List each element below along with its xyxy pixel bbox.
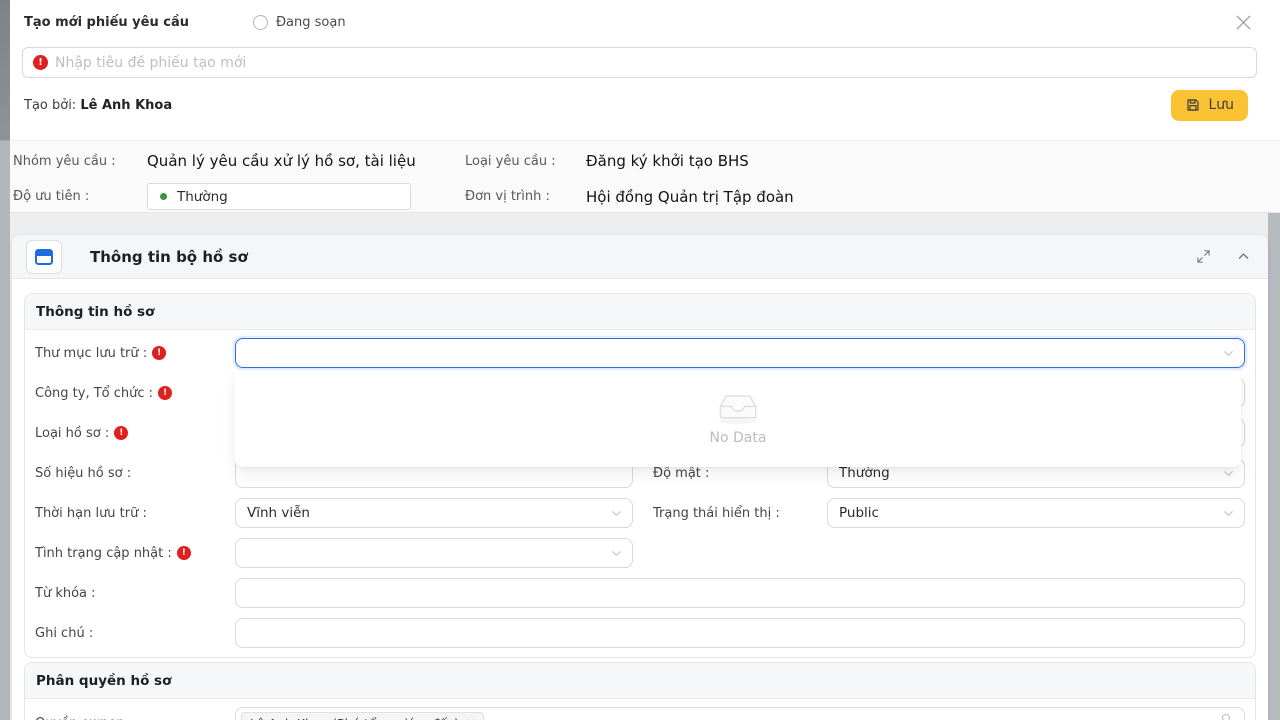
owner-tag-label: Lê Anh Khoa (Phó tổng giám đốc) bbox=[250, 716, 459, 720]
form-row-keywords: Từ khóa : bbox=[35, 578, 1245, 608]
ticket-title-input[interactable] bbox=[55, 55, 1246, 71]
chevron-down-icon bbox=[611, 508, 622, 519]
form-row-notes: Ghi chú : bbox=[35, 618, 1245, 648]
panel-title: Thông tin bộ hồ sơ bbox=[90, 248, 248, 266]
submit-unit-value: Hội đồng Quản trị Tập đoàn bbox=[586, 188, 1270, 206]
company-label: Công ty, Tổ chức : bbox=[35, 386, 153, 401]
priority-status-dot-icon bbox=[160, 193, 167, 200]
storage-folder-label: Thư mục lưu trữ : bbox=[35, 346, 147, 361]
chevron-down-icon bbox=[1223, 468, 1234, 479]
required-exclamation-icon: ! bbox=[152, 346, 166, 360]
notes-input[interactable] bbox=[235, 618, 1245, 648]
dossier-info-panel: Thông tin bộ hồ sơ Thông tin hồ sơ bbox=[12, 235, 1268, 720]
request-group-label: Nhóm yêu cầu : bbox=[13, 154, 147, 169]
owner-tag: Lê Anh Khoa (Phó tổng giám đốc) × bbox=[241, 712, 484, 720]
panel-header: Thông tin bộ hồ sơ bbox=[12, 235, 1268, 279]
ticket-title-field[interactable]: ! bbox=[22, 47, 1257, 78]
required-exclamation-icon: ! bbox=[158, 386, 172, 400]
record-info-card-title: Thông tin hồ sơ bbox=[25, 294, 1255, 330]
drawer-title: Tạo mới phiếu yêu cầu bbox=[24, 15, 189, 30]
record-info-card: Thông tin hồ sơ Thư mục lưu trữ : ! bbox=[24, 293, 1256, 658]
required-exclamation-icon: ! bbox=[33, 55, 48, 70]
no-data-text: No Data bbox=[710, 430, 767, 446]
notes-label: Ghi chú : bbox=[35, 626, 93, 641]
owner-label: Quyền owner : bbox=[35, 716, 130, 720]
form-row-storage-folder: Thư mục lưu trữ : ! bbox=[35, 338, 1245, 368]
storage-folder-dropdown: No Data bbox=[235, 370, 1241, 467]
form-row-owner: Quyền owner : Lê Anh Khoa (Phó tổng giám… bbox=[35, 707, 1245, 720]
create-request-drawer: Tạo mới phiếu yêu cầu Đang soạn ! Tạo bở… bbox=[10, 0, 1280, 720]
confidentiality-label: Độ mật : bbox=[633, 466, 827, 481]
keywords-label: Từ khóa : bbox=[35, 586, 96, 601]
modal-backdrop bbox=[0, 0, 10, 720]
request-type-value: Đăng ký khởi tạo BHS bbox=[586, 152, 1270, 170]
display-status-select[interactable]: Public bbox=[827, 498, 1245, 528]
created-by-name: Lê Anh Khoa bbox=[80, 98, 172, 113]
status-radio-label: Đang soạn bbox=[276, 15, 346, 30]
chevron-down-icon bbox=[1223, 348, 1234, 359]
permission-card: Phân quyền hồ sơ Quyền owner : Lê Anh Kh… bbox=[24, 662, 1256, 720]
status-radio-dang-soan[interactable]: Đang soạn bbox=[253, 15, 346, 30]
display-status-label: Trạng thái hiển thị : bbox=[633, 506, 827, 521]
priority-select[interactable]: Thường bbox=[147, 183, 411, 210]
retention-select[interactable]: Vĩnh viễn bbox=[235, 498, 633, 528]
drawer-header: Tạo mới phiếu yêu cầu Đang soạn ! Tạo bở… bbox=[10, 0, 1280, 140]
form-row-update-status: Tình trạng cập nhật : ! bbox=[35, 538, 1245, 568]
owner-select[interactable]: Lê Anh Khoa (Phó tổng giám đốc) × bbox=[235, 707, 1245, 720]
created-by-text: Tạo bởi: Lê Anh Khoa bbox=[24, 98, 172, 113]
record-number-label: Số hiệu hồ sơ : bbox=[35, 466, 131, 481]
record-type-label: Loại hồ sơ : bbox=[35, 426, 109, 441]
created-by-label: Tạo bởi: bbox=[24, 98, 76, 113]
save-button-label: Lưu bbox=[1208, 97, 1234, 113]
tag-remove-icon[interactable]: × bbox=[465, 716, 475, 720]
collapse-chevron-up-icon[interactable] bbox=[1232, 246, 1254, 268]
drawer-body: Thông tin bộ hồ sơ Thông tin hồ sơ bbox=[10, 213, 1280, 720]
priority-value: Thường bbox=[177, 189, 228, 205]
update-status-select[interactable] bbox=[235, 538, 633, 568]
priority-label: Độ ưu tiên : bbox=[13, 189, 147, 204]
save-button[interactable]: Lưu bbox=[1171, 90, 1248, 121]
request-type-label: Loại yêu cầu : bbox=[465, 154, 586, 169]
radio-unchecked-icon[interactable] bbox=[253, 15, 268, 30]
scrollbar-track[interactable] bbox=[1268, 213, 1280, 720]
request-group-value: Quản lý yêu cầu xử lý hồ sơ, tài liệu bbox=[147, 152, 465, 170]
archive-box-icon bbox=[34, 247, 54, 267]
request-summary-bar: Nhóm yêu cầu : Quản lý yêu cầu xử lý hồ … bbox=[10, 140, 1280, 213]
update-status-label: Tình trạng cập nhật : bbox=[35, 546, 172, 561]
chevron-down-icon bbox=[1223, 508, 1234, 519]
close-icon[interactable] bbox=[1232, 11, 1254, 33]
empty-inbox-icon bbox=[712, 392, 764, 424]
form-row-retention: Thời hạn lưu trữ : Vĩnh viễn Trạng thái … bbox=[35, 498, 1245, 528]
save-floppy-icon bbox=[1185, 97, 1201, 113]
required-exclamation-icon: ! bbox=[177, 546, 191, 560]
panel-icon-box bbox=[26, 240, 62, 274]
search-icon bbox=[1222, 714, 1230, 720]
chevron-down-icon bbox=[611, 548, 622, 559]
required-exclamation-icon: ! bbox=[114, 426, 128, 440]
storage-folder-select[interactable] bbox=[235, 338, 1245, 368]
permission-card-title: Phân quyền hồ sơ bbox=[25, 663, 1255, 699]
keywords-input[interactable] bbox=[235, 578, 1245, 608]
expand-arrows-icon[interactable] bbox=[1192, 246, 1214, 268]
submit-unit-label: Đơn vị trình : bbox=[465, 189, 586, 204]
retention-label: Thời hạn lưu trữ : bbox=[35, 506, 147, 521]
